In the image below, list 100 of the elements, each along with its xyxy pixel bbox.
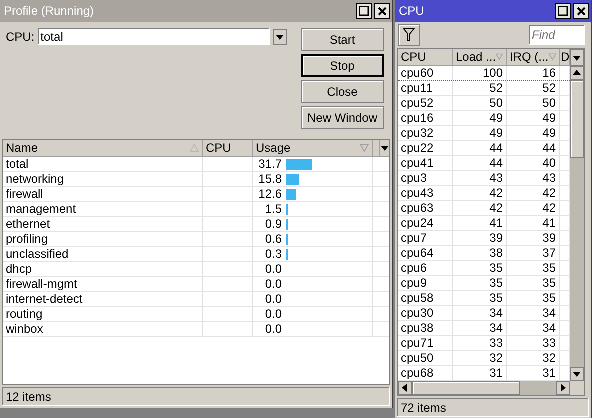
filter-button[interactable] — [398, 24, 420, 46]
table-cell: cpu30 — [398, 306, 453, 320]
table-row[interactable]: cpu11 52 52 — [398, 81, 570, 96]
table-cell: 35 — [507, 261, 560, 275]
column-header[interactable]: CPU — [203, 140, 253, 156]
table-cell: 44 — [507, 141, 560, 155]
table-cell: cpu50 — [398, 351, 453, 365]
table-cell: cpu3 — [398, 171, 453, 185]
table-cell: 41 — [507, 216, 560, 230]
dropdown-button[interactable] — [273, 28, 287, 44]
table-cell: 38 — [453, 246, 507, 260]
window-title: Profile (Running) — [4, 4, 96, 18]
table-row[interactable]: cpu16 49 49 — [398, 111, 570, 126]
table-row[interactable]: cpu22 44 44 — [398, 141, 570, 156]
table-cell: 50 — [507, 96, 560, 110]
scroll-thumb[interactable] — [412, 381, 520, 395]
column-header[interactable]: CPU — [398, 49, 453, 65]
table-row[interactable]: cpu7 39 39 — [398, 231, 570, 246]
table-cell-text: 0.0 — [264, 292, 282, 306]
table-row[interactable]: cpu3 43 43 — [398, 171, 570, 186]
table-cell: 43 — [453, 171, 507, 185]
table-cell: 100 — [453, 66, 507, 80]
table-cell: cpu71 — [398, 336, 453, 350]
table-cell-text: 12.6 — [258, 187, 282, 201]
scroll-right-button[interactable] — [556, 381, 570, 395]
table-row[interactable]: cpu71 33 33 — [398, 336, 570, 351]
table-cell: 35 — [453, 291, 507, 305]
table-cell-text: 0.0 — [264, 307, 282, 321]
table-row[interactable]: cpu63 42 42 — [398, 201, 570, 216]
action-button[interactable]: Stop — [301, 54, 384, 77]
table-cell: cpu43 — [398, 186, 453, 200]
usage-bar — [286, 174, 299, 184]
table-row[interactable]: cpu32 49 49 — [398, 126, 570, 141]
table-row[interactable]: cpu38 34 34 — [398, 321, 570, 336]
table-row[interactable]: cpu24 41 41 — [398, 216, 570, 231]
close-button[interactable] — [573, 3, 589, 19]
table-cell: 50 — [453, 96, 507, 110]
table-cell: cpu38 — [398, 321, 453, 335]
scroll-thumb[interactable] — [570, 80, 584, 158]
maximize-icon — [558, 6, 568, 16]
table-cell: 42 — [453, 201, 507, 215]
table-cell: total — [3, 157, 203, 171]
table-cell-text: 0.0 — [264, 277, 282, 291]
usage-bar — [286, 158, 312, 170]
table-cell-text: 0.0 — [264, 262, 282, 276]
table-row[interactable]: cpu64 38 37 — [398, 246, 570, 261]
column-header[interactable]: Name — [3, 140, 203, 156]
down-arrow-icon — [573, 54, 581, 62]
table-cell-text: 31.7 — [258, 157, 282, 171]
table-cell: profiling — [3, 232, 203, 246]
table-cell: cpu9 — [398, 276, 453, 290]
table-cell: networking — [3, 172, 203, 186]
scroll-left-button[interactable] — [398, 381, 412, 395]
maximize-icon — [359, 6, 369, 16]
status-bar: 12 items — [2, 387, 390, 406]
cpu-field[interactable]: total — [38, 28, 270, 45]
left-arrow-icon — [401, 384, 409, 392]
table-cell: firewall-mgmt — [3, 277, 203, 291]
down-arrow-icon — [380, 144, 388, 152]
table-cell: cpu52 — [398, 96, 453, 110]
table-row[interactable]: cpu6 35 35 — [398, 261, 570, 276]
action-button[interactable]: Close — [301, 80, 384, 103]
table-cell: 31 — [507, 366, 560, 380]
sort-icon — [548, 53, 556, 61]
close-button[interactable] — [374, 3, 390, 19]
table-row[interactable]: cpu9 35 35 — [398, 276, 570, 291]
table-cell-text: 1.5 — [264, 202, 282, 216]
horizontal-scrollbar[interactable] — [398, 381, 570, 395]
column-header[interactable]: IRQ (... — [507, 49, 560, 65]
scroll-down-button[interactable] — [570, 367, 584, 381]
table-cell: 34 — [453, 306, 507, 320]
table-row[interactable]: cpu58 35 35 — [398, 291, 570, 306]
action-button[interactable]: Start — [301, 28, 384, 51]
table-cell: 39 — [453, 231, 507, 245]
maximize-button[interactable] — [356, 3, 372, 19]
table-cell: 52 — [453, 81, 507, 95]
column-header[interactable]: Load ... — [453, 49, 507, 65]
down-arrow-icon — [276, 32, 284, 40]
sort-icon — [360, 144, 369, 152]
scroll-up-button[interactable] — [570, 66, 584, 80]
maximize-button[interactable] — [555, 3, 571, 19]
table-cell-text: 0.9 — [264, 217, 282, 231]
table-row[interactable]: cpu43 42 42 — [398, 186, 570, 201]
find-field[interactable]: Find — [529, 25, 585, 45]
table-row[interactable]: cpu41 44 40 — [398, 156, 570, 171]
table-cell: 33 — [453, 336, 507, 350]
table-cell: internet-detect — [3, 292, 203, 306]
vertical-scrollbar[interactable] — [570, 49, 584, 395]
column-menu-button[interactable] — [570, 49, 584, 66]
table-cell: dhcp — [3, 262, 203, 276]
column-header[interactable]: Usage — [253, 140, 373, 156]
action-button[interactable]: New Window — [301, 106, 384, 129]
table-cell: 34 — [453, 321, 507, 335]
table-row[interactable]: cpu50 32 32 — [398, 351, 570, 366]
table-cell: 49 — [453, 111, 507, 125]
table-cell: 40 — [507, 156, 560, 170]
up-arrow-icon — [573, 69, 581, 77]
table-row[interactable]: cpu52 50 50 — [398, 96, 570, 111]
table-cell: 34 — [507, 306, 560, 320]
table-row[interactable]: cpu30 34 34 — [398, 306, 570, 321]
